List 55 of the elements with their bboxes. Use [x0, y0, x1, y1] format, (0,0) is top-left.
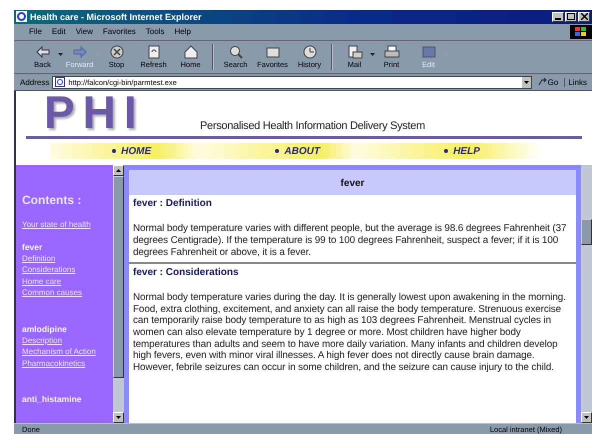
caret-icon[interactable] — [58, 52, 63, 56]
bullet-icon — [112, 149, 116, 154]
section-text: Normal body temperature varies with different people, but the average is 98.6 degrees Fahrenheit (37 degrees Centigrade). If the temperature is 99 to 100 degrees Fahrenheit, suspect a fever; if it is 100 degrees Fahrenheit or above, it is a fever. — [133, 223, 568, 258]
dropdown-icon[interactable] — [522, 76, 531, 88]
maximize-icon — [567, 13, 575, 20]
scroll-down-icon[interactable] — [581, 412, 592, 424]
logo: PHI — [44, 92, 145, 132]
minimize-button[interactable] — [552, 12, 564, 22]
page-title: fever — [129, 170, 576, 196]
forward-arrow-icon — [72, 44, 88, 59]
nav-link[interactable]: ABOUT — [275, 146, 320, 157]
close-button[interactable] — [578, 12, 590, 22]
nav-link[interactable]: HOME — [112, 146, 152, 157]
sidebar-section-title: fever — [22, 240, 44, 253]
mail-icon — [346, 44, 362, 59]
scroll-thumb[interactable] — [581, 219, 592, 246]
section-heading: fever : Definition — [133, 198, 213, 210]
sidebar-section-title: anti_histamine — [22, 393, 83, 406]
section-heading: fever : Considerations — [133, 267, 240, 278]
menu-item[interactable]: Tools — [140, 27, 170, 36]
bullet-icon — [275, 149, 280, 154]
tagline: Personalised Health Information Delivery System — [200, 120, 425, 132]
sidebar-heading: Contents : — [22, 193, 82, 208]
go-arrow-icon — [538, 78, 547, 86]
home-icon — [182, 44, 198, 59]
scrollbar[interactable] — [581, 165, 592, 424]
scroll-up-icon[interactable] — [113, 165, 124, 176]
address-label: Address — [20, 78, 50, 86]
printer-icon — [384, 44, 400, 59]
window-title: Health care - Microsoft Internet Explorer — [30, 12, 203, 22]
nav-link[interactable]: HELP — [444, 146, 480, 157]
menu-item[interactable]: File — [24, 27, 47, 36]
menu-item[interactable]: Favorites — [98, 27, 141, 36]
page-icon — [55, 77, 66, 87]
bullet-icon — [444, 149, 448, 154]
maximize-button[interactable] — [565, 12, 577, 22]
windows-logo-icon — [570, 24, 592, 39]
menu-item[interactable]: View — [70, 27, 98, 36]
menu-item[interactable]: Help — [169, 27, 196, 36]
sidebar-section-title: amlodipine — [22, 322, 68, 335]
menu-item[interactable]: Edit — [46, 27, 71, 36]
links-button[interactable]: Links — [564, 78, 590, 86]
section-text: Normal body temperature varies during the day. It is generally lowest upon awakening in the morning. Food, extra clothing, excitement, and anxiety can all raise the body temperature. Strenuous exercise can temporarily raise body temperature to as high as 103 degrees Fahrenheit. Menstrual cycles in women can also elevate temperature by 1 degree or more. Most children have higher body temperatures than adults and seem to have more daily variation. Many infants and children develop high fevers, even with minor viral illnesses. A high fever does not directly cause brain damage. However, febrile seizures can occur in some children, and the seizure can cause injury to the child. — [133, 292, 567, 374]
scroll-down-icon[interactable] — [113, 412, 124, 424]
go-button[interactable]: Go — [534, 78, 562, 86]
caret-icon[interactable] — [370, 52, 375, 56]
close-icon — [580, 13, 588, 20]
scroll-thumb[interactable] — [113, 176, 124, 378]
stop-icon — [108, 44, 124, 59]
browser-icon — [16, 11, 27, 22]
back-arrow-icon — [34, 44, 50, 59]
clock-icon — [302, 44, 318, 59]
scrollbar[interactable] — [113, 165, 124, 424]
search-icon — [228, 44, 244, 59]
refresh-icon — [146, 44, 162, 59]
